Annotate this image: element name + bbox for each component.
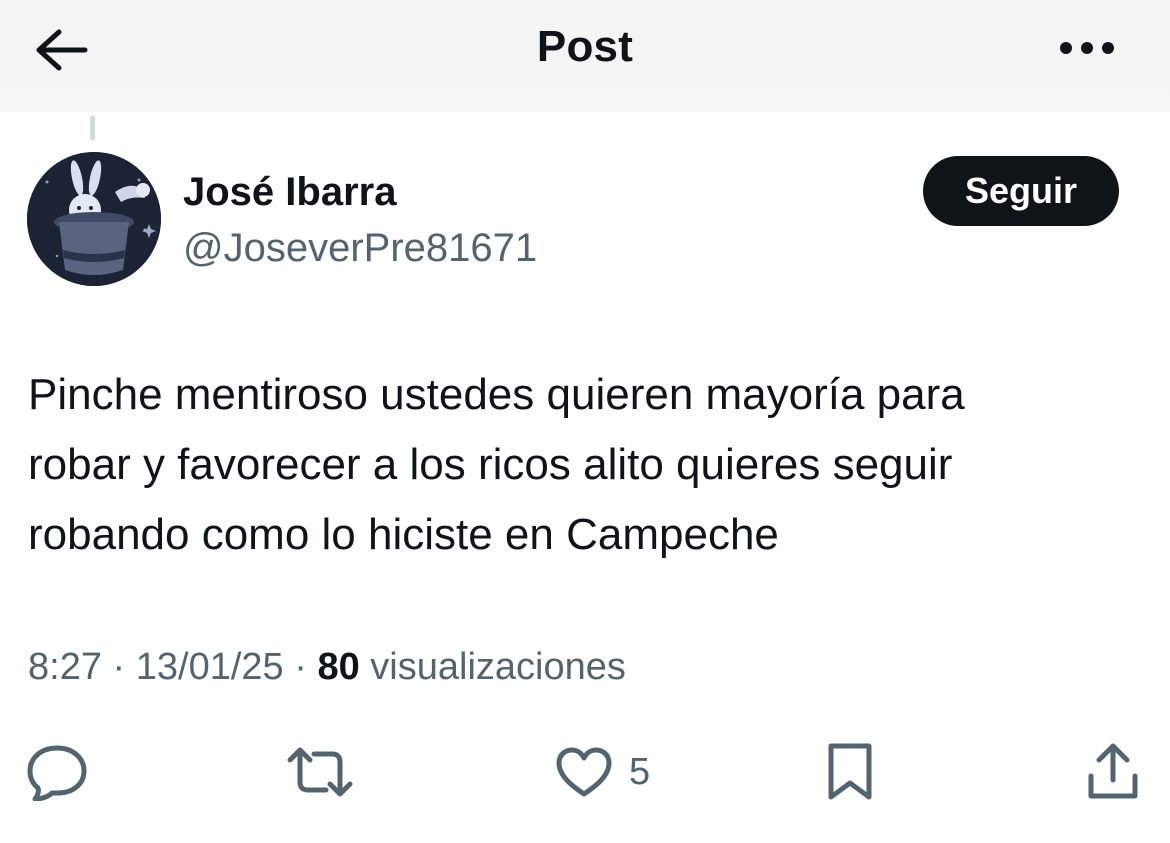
top-bar: Post (0, 0, 1170, 112)
post-time[interactable]: 8:27 (28, 646, 102, 688)
post-date[interactable]: 13/01/25 (136, 646, 284, 688)
bookmark-icon (826, 741, 874, 803)
follow-button[interactable]: Seguir (923, 156, 1119, 226)
share-icon (1086, 742, 1140, 802)
avatar[interactable] (27, 152, 161, 286)
author-name[interactable]: José Ibarra (183, 170, 396, 215)
bookmark-button[interactable] (826, 740, 874, 804)
repost-icon (286, 746, 354, 798)
thread-connector-line (90, 116, 95, 140)
reply-button[interactable] (26, 740, 88, 804)
more-options-button[interactable] (1052, 26, 1122, 70)
author-handle[interactable]: @JoseverPre81671 (183, 226, 537, 271)
share-button[interactable] (1086, 740, 1140, 804)
more-horizontal-icon (1057, 41, 1117, 55)
meta-separator: · (112, 646, 126, 688)
page-title: Post (536, 22, 634, 71)
post-text-line: robando como lo hiciste en Campeche (28, 510, 779, 559)
post-text-line: robar y favorecer a los ricos alito quie… (28, 440, 953, 489)
heart-icon (555, 746, 613, 798)
post-text: Pinche mentiroso ustedes quieren mayoría… (28, 360, 1148, 570)
post-metadata: 8:27 · 13/01/25 · 80 visualizaciones (28, 646, 626, 689)
like-count: 5 (629, 750, 651, 793)
repost-button[interactable] (286, 740, 354, 804)
views-count: 80 (317, 646, 360, 688)
magician-hat-rabbit-icon (27, 152, 161, 286)
views-label: visualizaciones (370, 646, 626, 688)
post-text-line: Pinche mentiroso ustedes quieren mayoría… (28, 370, 965, 419)
meta-separator: · (294, 646, 307, 688)
like-button[interactable]: 5 (555, 740, 650, 804)
reply-icon (26, 743, 88, 801)
